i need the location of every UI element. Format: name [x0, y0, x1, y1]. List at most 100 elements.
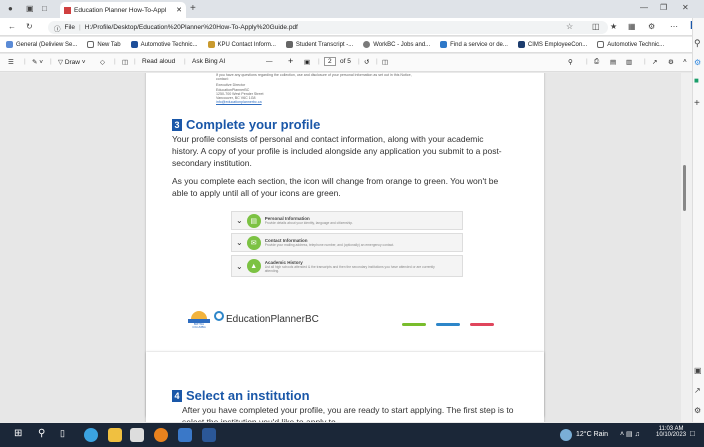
pdf-page: 4 Select an institution After you have c…: [146, 352, 544, 422]
collapse-icon[interactable]: ˄: [683, 58, 687, 65]
paragraph: After you have completed your profile, y…: [182, 405, 514, 422]
print-icon[interactable]: ⎙: [594, 58, 599, 66]
weather-icon[interactable]: [560, 429, 572, 441]
scrollbar-thumb[interactable]: [683, 165, 686, 211]
weather-text[interactable]: 12°C Rain: [576, 431, 608, 438]
favorites-bar: General (Deliview Se... New Tab Automoti…: [0, 37, 692, 53]
save-icon[interactable]: ▤: [610, 58, 616, 66]
back-icon[interactable]: ←: [8, 22, 16, 31]
tab-active[interactable]: Education Planner How-To-Appl ✕: [60, 2, 186, 18]
fullscreen-icon[interactable]: ↗: [652, 58, 657, 66]
system-tray-icons[interactable]: ˄ ▤ ♫: [620, 430, 640, 438]
favorite-item[interactable]: Automotive Technic...: [130, 41, 198, 48]
collections-icon[interactable]: ▦: [628, 22, 636, 31]
favorite-item[interactable]: CIMS EmployeeCon...: [517, 41, 587, 48]
tab-actions-icon[interactable]: □: [42, 4, 47, 13]
site-icon: [285, 41, 293, 48]
rotate-icon[interactable]: ↺: [364, 58, 369, 66]
highlight-icon[interactable]: ✎ ˅: [32, 58, 43, 66]
profile-card-personal: ⌄ ▤ Personal Information Provide details …: [231, 211, 463, 230]
address-bar[interactable]: ⓘ File | H:/Profile/Desktop/Education%20…: [48, 21, 608, 34]
profile-icon[interactable]: ●: [8, 4, 13, 13]
taskbar: ⊞ ⚲ ▯ 12°C Rain ˄ ▤ ♫ 11:03 AM 10/10/202…: [0, 423, 704, 447]
scrollbar[interactable]: [681, 73, 692, 422]
chevron-down-icon: ⌄: [236, 216, 243, 225]
eraser-icon[interactable]: ◇: [100, 58, 105, 66]
info-icon[interactable]: ⓘ: [54, 23, 61, 33]
chevron-down-icon: ⌄: [236, 238, 243, 247]
external-link-icon[interactable]: ↗: [694, 386, 701, 395]
close-tab-icon[interactable]: ✕: [176, 6, 182, 14]
address-row: ← ↻ ⓘ File | H:/Profile/Desktop/Educatio…: [0, 18, 704, 36]
file-explorer-icon[interactable]: [108, 428, 122, 442]
page-number-input[interactable]: 2: [324, 57, 336, 66]
tools-icon[interactable]: ⚙: [694, 58, 701, 67]
graduation-cap-icon: ▲: [246, 259, 261, 273]
section-heading: 4 Select an institution: [172, 388, 310, 403]
new-tab-icon[interactable]: +: [190, 3, 196, 14]
edge-sidebar: ⚲ ⚙ ■ + ▣ ↗ ⚙: [692, 18, 704, 422]
minimize-icon[interactable]: —: [640, 3, 648, 12]
zoom-in-button[interactable]: +: [288, 56, 293, 66]
site-icon: [517, 41, 525, 48]
site-icon: [440, 41, 448, 48]
workspaces-icon[interactable]: ▣: [26, 4, 34, 13]
favorite-item[interactable]: Student Transcript -...: [285, 41, 353, 48]
logo-text: EducationPlannerBC: [226, 314, 319, 325]
favorite-item[interactable]: Find a service or de...: [440, 41, 508, 48]
zoom-out-button[interactable]: —: [266, 58, 273, 65]
extensions-icon[interactable]: ⚙: [648, 22, 655, 31]
task-view-icon[interactable]: ▯: [60, 428, 74, 442]
clock[interactable]: 11:03 AM 10/10/2023: [656, 426, 686, 438]
contents-icon[interactable]: ☰: [8, 58, 14, 66]
two-page-icon[interactable]: ◫: [382, 58, 388, 66]
close-window-icon[interactable]: ✕: [682, 3, 689, 12]
sidebar-layout-icon[interactable]: ▣: [694, 366, 702, 375]
favorite-item[interactable]: KPU Contact Inform...: [207, 41, 276, 48]
notifications-icon[interactable]: □: [690, 429, 695, 438]
teams-icon[interactable]: [178, 428, 192, 442]
search-icon[interactable]: ⚲: [568, 58, 573, 66]
url-text: H:/Profile/Desktop/Education%20Planner%2…: [84, 24, 298, 31]
pdf-toolbar: ☰ | ✎ ˅ | ▽ Draw ˅ ◇ | ◫ | Read aloud | …: [0, 54, 692, 72]
profile-card-academic: ⌄ ▲ Academic History List all high school…: [231, 255, 463, 277]
page-view-icon[interactable]: ◫: [122, 58, 128, 66]
settings-icon[interactable]: ⚙: [668, 58, 674, 66]
search-icon[interactable]: ⚲: [694, 38, 701, 49]
brand-bar-green: [402, 323, 426, 326]
draw-button[interactable]: ▽ Draw ˅: [58, 58, 86, 66]
favorite-item[interactable]: General (Deliview Se...: [6, 41, 77, 48]
windows-start-icon[interactable]: ⊞: [14, 428, 28, 442]
favorite-item[interactable]: Automotive Technic...: [597, 41, 664, 48]
store-icon[interactable]: [130, 428, 144, 442]
tab-title: Education Planner How-To-Appl: [74, 6, 167, 14]
word-icon[interactable]: [202, 428, 216, 442]
favorites-icon[interactable]: ★: [610, 22, 617, 31]
outlook-icon[interactable]: ■: [694, 76, 699, 85]
url-prefix: File: [64, 24, 75, 31]
section-number: 4: [172, 389, 182, 402]
chrome-icon[interactable]: [154, 428, 168, 442]
email-link[interactable]: info@educationplannerbc.ca: [216, 100, 412, 104]
favorite-star-icon[interactable]: ☆: [566, 22, 573, 31]
contact-block: If you have any questions regarding the …: [216, 73, 412, 105]
restore-icon[interactable]: ❐: [660, 3, 667, 12]
site-icon: [130, 41, 138, 48]
save-as-icon[interactable]: ▥: [626, 58, 632, 66]
more-icon[interactable]: ⋯: [670, 22, 678, 31]
ask-bing-button[interactable]: Ask Bing AI: [192, 58, 225, 65]
favorite-item[interactable]: New Tab: [87, 41, 121, 48]
planner-logo-icon: [214, 311, 224, 321]
favorite-item[interactable]: WorkBC - Jobs and...: [363, 41, 430, 48]
add-icon[interactable]: +: [694, 98, 700, 109]
fit-page-icon[interactable]: ▣: [304, 58, 310, 66]
search-icon[interactable]: ⚲: [38, 428, 52, 442]
sidebar-settings-icon[interactable]: ⚙: [694, 406, 701, 415]
edge-icon[interactable]: [84, 428, 98, 442]
section-heading: 3 Complete your profile: [172, 117, 320, 132]
refresh-icon[interactable]: ↻: [26, 22, 33, 31]
split-screen-icon[interactable]: ◫: [592, 22, 600, 31]
pdf-viewer[interactable]: If you have any questions regarding the …: [0, 73, 692, 422]
read-aloud-button[interactable]: Read aloud: [142, 58, 175, 65]
envelope-icon: ✉: [246, 235, 261, 250]
